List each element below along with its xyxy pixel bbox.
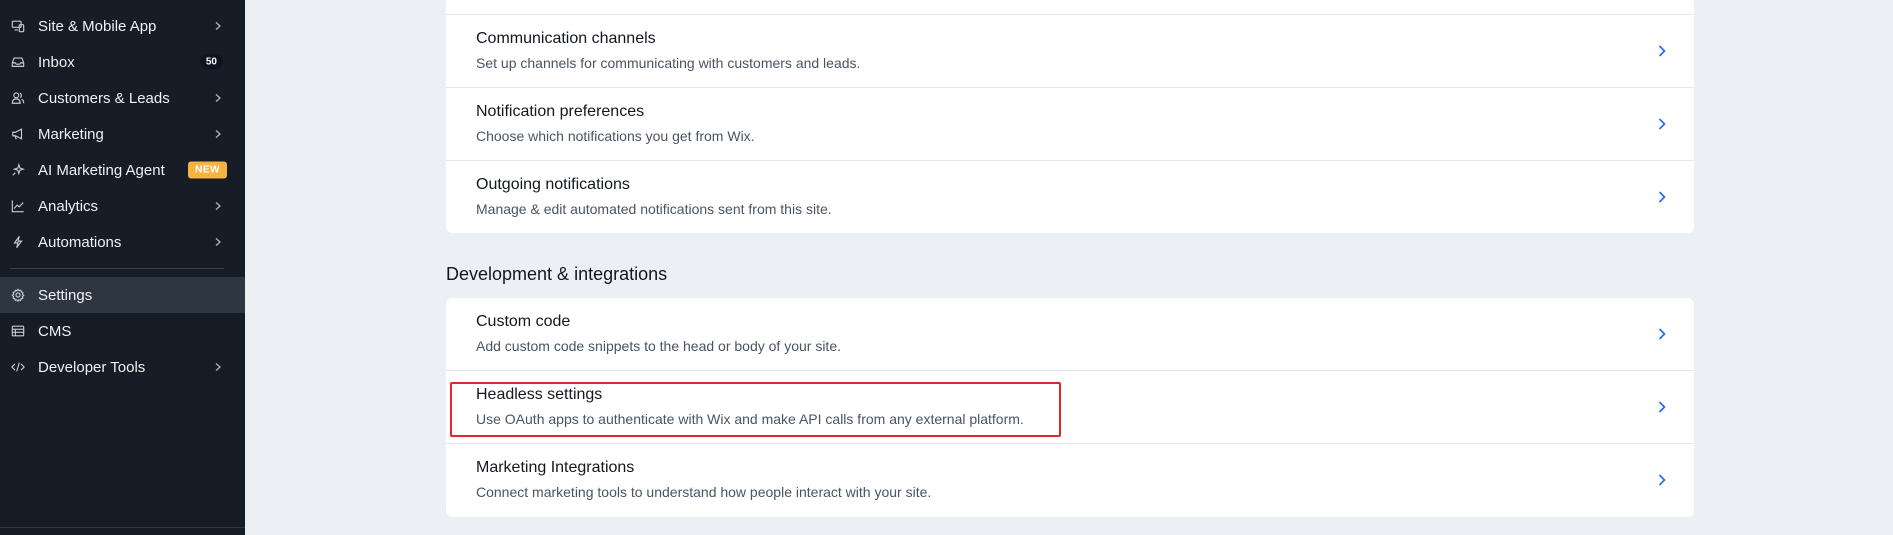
- chevron-right-icon: [1658, 474, 1666, 486]
- megaphone-icon: [10, 126, 26, 142]
- sidebar-item-inbox[interactable]: Inbox 50: [0, 44, 245, 80]
- sidebar-item-label: Analytics: [38, 197, 99, 215]
- row-title: Notification preferences: [476, 103, 645, 120]
- sidebar-item-label: Inbox: [38, 53, 75, 71]
- settings-row-notification-preferences[interactable]: Notification preferences Choose which no…: [446, 88, 1694, 160]
- sidebar-item-label: AI Marketing Agent: [38, 161, 165, 179]
- sidebar-item-label: Customers & Leads: [38, 89, 170, 107]
- code-icon: [10, 359, 26, 375]
- devices-icon: [10, 18, 26, 34]
- sidebar-item-label: Automations: [38, 233, 122, 251]
- sidebar-item-cms[interactable]: CMS: [0, 313, 245, 349]
- sidebar-divider: [10, 268, 224, 269]
- sidebar-item-ai-marketing-agent[interactable]: AI Marketing Agent NEW: [0, 152, 245, 188]
- sidebar-item-label: Site & Mobile App: [38, 17, 157, 35]
- row-title: Outgoing notifications: [476, 176, 630, 193]
- chevron-right-icon: [1658, 118, 1666, 130]
- row-description: Manage & edit automated notifications se…: [476, 201, 832, 217]
- sparkle-icon: [10, 162, 26, 178]
- sidebar-item-site-mobile-app[interactable]: Site & Mobile App: [0, 8, 245, 44]
- sidebar-bottom-divider: [0, 527, 245, 528]
- row-description: Connect marketing tools to understand ho…: [476, 484, 932, 500]
- chevron-right-icon: [1658, 191, 1666, 203]
- chevron-right-icon: [215, 22, 221, 30]
- annotation-highlight-box: [450, 382, 1061, 437]
- sidebar-item-automations[interactable]: Automations: [0, 224, 245, 260]
- customers-icon: [10, 90, 26, 106]
- row-title: Custom code: [476, 313, 571, 330]
- section-title: Development & integrations: [446, 264, 668, 284]
- sidebar-item-label: Settings: [38, 286, 93, 304]
- settings-row-outgoing-notifications[interactable]: Outgoing notifications Manage & edit aut…: [446, 161, 1694, 233]
- unread-count-badge: 50: [199, 54, 223, 70]
- chevron-right-icon: [215, 94, 221, 102]
- new-badge: NEW: [188, 161, 227, 179]
- row-description: Add custom code snippets to the head or …: [476, 338, 841, 354]
- chevron-right-icon: [215, 363, 221, 371]
- row-description: Set up channels for communicating with c…: [476, 55, 861, 71]
- cms-icon: [10, 323, 26, 339]
- chevron-right-icon: [1658, 328, 1666, 340]
- chevron-right-icon: [215, 130, 221, 138]
- sidebar-item-label: Marketing: [38, 125, 104, 143]
- row-description: Choose which notifications you get from …: [476, 128, 755, 144]
- gear-icon: [10, 287, 26, 303]
- chevron-right-icon: [215, 202, 221, 210]
- chevron-right-icon: [1658, 401, 1666, 413]
- sidebar-item-label: CMS: [38, 322, 72, 340]
- sidebar-item-settings[interactable]: Settings: [0, 277, 245, 313]
- sidebar-item-analytics[interactable]: Analytics: [0, 188, 245, 224]
- row-title: Marketing Integrations: [476, 459, 635, 476]
- communication-settings-card: Communication channels Set up channels f…: [446, 0, 1694, 233]
- sidebar-item-developer-tools[interactable]: Developer Tools: [0, 349, 245, 385]
- row-title: Communication channels: [476, 30, 656, 47]
- chevron-right-icon: [215, 238, 221, 246]
- sidebar-item-marketing[interactable]: Marketing: [0, 116, 245, 152]
- settings-row-marketing-integrations[interactable]: Marketing Integrations Connect marketing…: [446, 444, 1694, 516]
- sidebar-item-customers-leads[interactable]: Customers & Leads: [0, 80, 245, 116]
- settings-row-custom-code[interactable]: Custom code Add custom code snippets to …: [446, 298, 1694, 370]
- lightning-icon: [10, 234, 26, 250]
- settings-row-communication-channels[interactable]: Communication channels Set up channels f…: [446, 15, 1694, 87]
- sidebar-item-label: Developer Tools: [38, 358, 146, 376]
- inbox-icon: [10, 54, 26, 70]
- chevron-right-icon: [1658, 45, 1666, 57]
- sidebar: Site & Mobile App Inbox 50 Customers & L…: [0, 0, 245, 535]
- analytics-icon: [10, 198, 26, 214]
